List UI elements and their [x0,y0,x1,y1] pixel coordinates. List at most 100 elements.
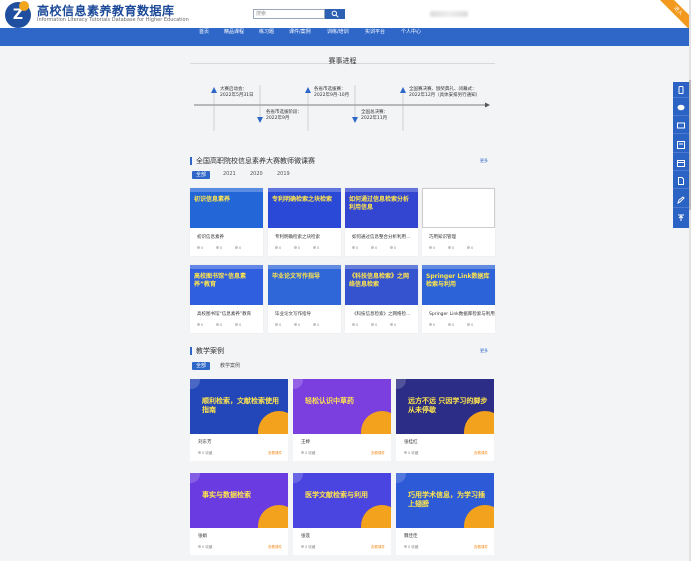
case-thumbnail[interactable]: 巧用学术信息，为学习插上翅膀 [396,473,494,528]
cases-more-link[interactable]: 更多 [480,348,488,354]
case-thumb-text: 轻松认识中草药 [305,397,354,405]
view-case-link[interactable]: 查看课件 [268,451,282,456]
card-title[interactable]: 巧用知识管理 [429,234,456,240]
view-case-link[interactable]: 查看课件 [371,545,385,550]
micro-lesson-card[interactable]: 如何通过信息检索分析利用信息 如何通过信息整合分析利用... 0 0 0 [345,188,418,256]
card-thumbnail[interactable]: 毕业论文写作指导 [268,265,341,305]
favorite-count: 0 收藏 [404,545,418,550]
like-count: 0 [216,246,222,250]
progress-title: 赛事进程 [328,57,357,65]
card-title[interactable]: 高校图书馆“信息素养”教育 [197,311,251,317]
card-title[interactable]: 专利明确检索之块检索 [275,234,320,240]
view-count: 0 [197,246,203,250]
filter-2021[interactable]: 2021 [219,171,240,179]
like-count: 0 [371,323,377,327]
case-filter-all[interactable]: 全部 [192,362,211,370]
search-button[interactable] [325,9,345,19]
case-author: 魏佳佳 [404,534,418,539]
filter-2019[interactable]: 2019 [273,171,294,179]
micro-lesson-card[interactable]: 高校图书馆“信息素养”教育 高校图书馆“信息素养”教育 0 0 0 [190,265,263,333]
card-thumbnail[interactable]: 《科技信息检索》之网络信息检索 [345,265,418,305]
nav-profile[interactable]: 个人中心 [401,28,421,46]
favorite-count: 0 收藏 [301,451,315,456]
card-thumbnail[interactable] [422,188,495,228]
card-title[interactable]: 毕业论文写作指导 [275,311,311,317]
eye-icon [352,323,355,326]
feedback-icon[interactable] [673,137,689,153]
main-nav: 首页 精品课程 练习题 课件/案例 训练/培训 实训平台 个人中心 [0,28,691,46]
comment-icon [390,323,393,326]
nav-cases[interactable]: 课件/案例 [289,28,311,46]
comment-count: 0 [467,246,473,250]
view-case-link[interactable]: 查看课件 [268,545,282,550]
view-case-link[interactable]: 查看课件 [371,451,385,456]
teaching-case-card[interactable]: 顺利检索，文献检索使用指南 刘东芳 0 收藏 查看课件 [190,379,288,461]
phone-icon[interactable] [673,82,689,98]
card-thumbnail[interactable]: 高校图书馆“信息素养”教育 [190,265,263,305]
favorite-count: 0 收藏 [198,451,212,456]
like-icon [448,246,451,249]
star-icon [404,451,407,454]
teaching-case-card[interactable]: 医学文献检索与利用 张莲 0 收藏 查看课件 [293,473,391,555]
message-icon[interactable] [673,118,689,134]
card-title[interactable]: Springer Link数据库检索与利用 [429,311,495,317]
nav-training[interactable]: 训练/培训 [327,28,349,46]
nav-home[interactable]: 首页 [199,28,209,46]
like-icon [216,323,219,326]
edit-icon[interactable] [673,192,689,208]
eye-icon [197,246,200,249]
micro-lesson-card[interactable]: 专利明确检索之块检索 专利明确检索之块检索 0 0 0 [268,188,341,256]
micro-lesson-card[interactable]: 巧用知识管理 0 0 0 [422,188,495,256]
teaching-case-card[interactable]: 轻松认识中草药 王婷 0 收藏 查看课件 [293,379,391,461]
document-icon[interactable] [673,173,689,189]
card-thumbnail[interactable]: 初识信息素养 [190,188,263,228]
view-case-link[interactable]: 查看课件 [474,451,488,456]
nav-platform[interactable]: 实训平台 [365,28,385,46]
like-count: 0 [294,323,300,327]
micro-lesson-card[interactable]: 毕业论文写作指导 毕业论文写作指导 0 0 0 [268,265,341,333]
micro-lesson-card[interactable]: 《科技信息检索》之网络信息检索 《科技信息检索》之网络检... 0 0 0 [345,265,418,333]
view-case-link[interactable]: 查看课件 [474,545,488,550]
contest-more-link[interactable]: 更多 [480,158,488,164]
calendar-icon[interactable] [673,155,689,171]
like-count: 0 [371,246,377,250]
case-filter-teaching[interactable]: 教学案例 [216,362,244,370]
user-info-blurred[interactable] [430,11,468,17]
contest-section-title: 全国高职院校信息素养大赛教师微课赛 [190,157,315,165]
card-title[interactable]: 《科技信息检索》之网络检... [352,311,410,317]
case-thumbnail[interactable]: 医学文献检索与利用 [293,473,391,528]
teaching-case-card[interactable]: 巧用学术信息，为学习插上翅膀 魏佳佳 0 收藏 查看课件 [396,473,494,555]
card-title[interactable]: 初识信息素养 [197,234,224,240]
card-thumb-text: 高校图书馆“信息素养”教育 [194,273,246,288]
like-icon [371,246,374,249]
back-to-top-icon[interactable] [673,210,689,226]
case-thumbnail[interactable]: 事实与数据检索 [190,473,288,528]
eye-icon [275,246,278,249]
like-count: 0 [294,246,300,250]
teaching-case-card[interactable]: 远方不远 只因学习的脚步从未停歇 张桂红 0 收藏 查看课件 [396,379,494,461]
case-thumbnail[interactable]: 轻松认识中草药 [293,379,391,434]
logo-icon[interactable]: Z [5,1,31,28]
comment-count: 0 [390,323,396,327]
filter-2020[interactable]: 2020 [246,171,267,179]
nav-courses[interactable]: 精品课程 [224,28,244,46]
nav-exercises[interactable]: 练习题 [259,28,274,46]
main-content: 赛事进程 大赛启动会： 2022年5月31日 各省市选拔阶段： 2022年9月 各省… [190,46,495,561]
case-author: 张娟 [198,534,207,539]
chat-icon[interactable] [673,100,689,116]
search-input[interactable]: 搜索 [253,9,325,19]
teaching-case-card[interactable]: 事实与数据检索 张娟 0 收藏 查看课件 [190,473,288,555]
case-thumbnail[interactable]: 顺利检索，文献检索使用指南 [190,379,288,434]
filter-all[interactable]: 全部 [192,171,211,179]
card-thumbnail[interactable]: 如何通过信息检索分析利用信息 [345,188,418,228]
card-thumbnail[interactable]: 专利明确检索之块检索 [268,188,341,228]
micro-lesson-card[interactable]: 初识信息素养 初识信息素养 0 0 0 [190,188,263,256]
case-thumb-text: 远方不远 只因学习的脚步从未停歇 [408,397,488,414]
micro-lesson-card[interactable]: Springer Link数据库检索与利用 Springer Link数据库检索… [422,265,495,333]
card-title[interactable]: 如何通过信息整合分析利用... [352,234,410,240]
decorative-circle [361,505,391,528]
comment-count: 0 [235,323,241,327]
card-thumbnail[interactable]: Springer Link数据库检索与利用 [422,265,495,305]
view-count: 0 [275,323,281,327]
case-thumbnail[interactable]: 远方不远 只因学习的脚步从未停歇 [396,379,494,434]
